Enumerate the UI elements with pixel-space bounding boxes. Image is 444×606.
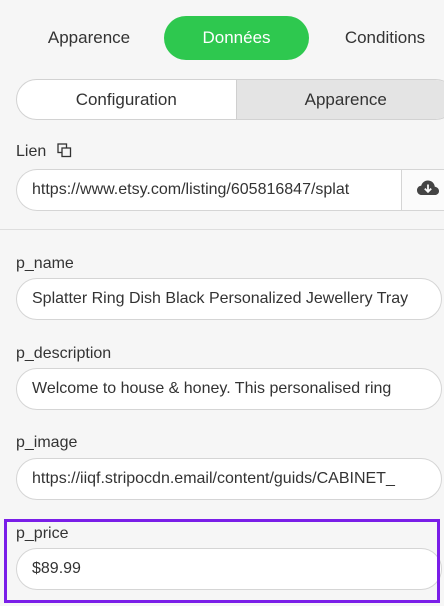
main-tabs: Apparence Données Conditions	[0, 16, 444, 60]
p-name-label: p_name	[16, 255, 74, 272]
tab-data[interactable]: Données	[164, 16, 309, 60]
segment-appearance[interactable]: Apparence	[235, 80, 444, 119]
p-description-label: p_description	[16, 345, 112, 362]
segment-configuration[interactable]: Configuration	[17, 80, 236, 119]
cloud-download-icon	[416, 179, 440, 202]
tab-conditions[interactable]: Conditions	[330, 16, 440, 60]
p-image-input[interactable]: https://iiqf.stripocdn.email/content/gui…	[16, 458, 442, 500]
tab-appearance[interactable]: Apparence	[30, 16, 148, 60]
link-url-input[interactable]: https://www.etsy.com/listing/605816847/s…	[16, 169, 402, 211]
p-image-label: p_image	[16, 434, 78, 451]
download-button[interactable]	[401, 169, 444, 211]
p-name-input[interactable]: Splatter Ring Dish Black Personalized Je…	[16, 278, 442, 320]
p-price-input[interactable]: $89.99	[16, 548, 442, 590]
section-divider	[0, 229, 444, 230]
link-label-text: Lien	[16, 143, 47, 160]
link-field-label: Lien	[16, 143, 72, 163]
p-price-label: p_price	[16, 525, 69, 542]
copy-link-icon[interactable]	[57, 143, 72, 163]
settings-segmented-control: Configuration Apparence	[16, 79, 444, 120]
p-description-input[interactable]: Welcome to house & honey. This personali…	[16, 368, 442, 410]
